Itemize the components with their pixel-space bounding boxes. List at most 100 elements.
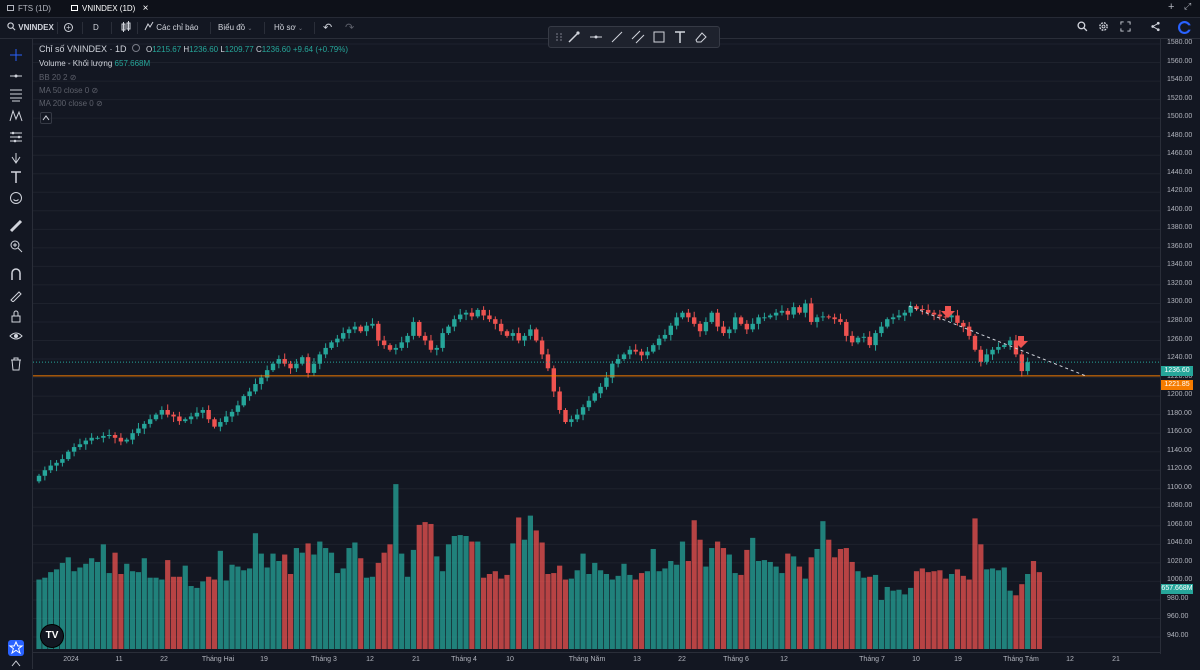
drag-handle-icon[interactable] — [552, 30, 566, 44]
zoom-in-icon[interactable] — [9, 239, 23, 253]
undo-icon[interactable]: ↶ — [323, 21, 332, 35]
text-icon[interactable] — [673, 30, 687, 44]
zoom-search-icon[interactable] — [1077, 21, 1088, 35]
line-icon[interactable] — [610, 30, 624, 44]
fib-icon[interactable] — [9, 88, 23, 102]
expand-icon[interactable]: ⤢ — [1184, 1, 1191, 12]
candle — [101, 435, 106, 438]
add-tab-icon[interactable]: + — [1168, 1, 1174, 13]
lock-icon[interactable] — [9, 309, 23, 323]
indicator-ma200[interactable]: MA 200 close 0 ⊘ — [39, 99, 103, 108]
eye-icon[interactable] — [9, 329, 23, 343]
volume-bar — [252, 533, 259, 649]
indicator-ma50[interactable]: MA 50 close 0 ⊘ — [39, 86, 98, 95]
volume-bar — [972, 518, 978, 649]
search-icon — [7, 22, 16, 31]
volume-bar — [299, 552, 305, 649]
ma200-label: MA 200 close 0 — [39, 99, 94, 108]
tradingview-logo[interactable]: TV — [40, 624, 64, 648]
candle — [820, 316, 826, 318]
rectangle-icon[interactable] — [652, 30, 666, 44]
candle — [551, 368, 556, 392]
draw-mode-icon[interactable] — [9, 288, 23, 302]
volume-bar — [867, 576, 873, 649]
volume-bar — [375, 562, 381, 649]
arrow-icon[interactable] — [9, 150, 23, 164]
volume-bar — [352, 542, 358, 649]
eye-off-icon[interactable]: ⊘ — [70, 73, 77, 82]
candle — [844, 321, 849, 336]
time-axis[interactable]: 2024 11 22 Tháng Hai 19 Tháng 3 12 21 Tháng 4 10 T… — [33, 652, 1160, 670]
pattern-icon[interactable] — [9, 109, 23, 123]
tab-fts[interactable]: FTS (1D) — [6, 2, 51, 15]
symbol-search[interactable]: VNINDEX — [7, 21, 54, 35]
time-tick: 21 — [412, 656, 420, 663]
tab-vnindex[interactable]: VNINDEX (1D) × — [70, 2, 148, 15]
crosshair-icon[interactable] — [9, 48, 23, 62]
candle — [417, 321, 422, 336]
volume-bar — [656, 571, 662, 649]
interval-button[interactable]: D — [93, 21, 99, 35]
chart-area[interactable] — [33, 39, 1160, 653]
volume-bar — [516, 517, 522, 649]
share-icon[interactable] — [1150, 21, 1161, 35]
indicator-bb[interactable]: BB 20 2 ⊘ — [39, 73, 76, 82]
chevron-up-icon[interactable] — [11, 659, 21, 667]
price-axis[interactable]: 1580.00 1560.00 1540.00 1520.00 1500.00 1480.… — [1160, 39, 1200, 654]
redo-icon[interactable]: ↷ — [345, 21, 354, 35]
time-tick: 10 — [506, 656, 514, 663]
price-tick: 1240.00 — [1167, 354, 1193, 362]
candle — [212, 419, 217, 427]
parallel-channel-icon[interactable] — [631, 30, 645, 44]
favorites-button[interactable] — [8, 640, 24, 656]
close-icon[interactable]: × — [143, 3, 149, 14]
text-icon[interactable] — [9, 170, 23, 184]
candles-icon — [121, 21, 131, 32]
candle — [504, 331, 510, 336]
profile-button[interactable]: Hồ sơ ⌄ — [274, 21, 303, 35]
collapse-legend-button[interactable] — [40, 112, 52, 124]
horizontal-line-icon[interactable] — [589, 30, 603, 44]
price-tick: 1000.00 — [1167, 576, 1193, 584]
volume-bar — [451, 536, 457, 649]
candle — [727, 329, 732, 334]
grid — [33, 43, 1160, 638]
volume-bar — [399, 553, 405, 649]
brush-icon[interactable] — [567, 30, 581, 44]
candle — [376, 323, 381, 341]
candle — [522, 335, 527, 341]
price-tick: 1360.00 — [1167, 242, 1193, 250]
low-value: 1209.77 — [224, 45, 254, 54]
eye-off-icon[interactable]: ⊘ — [91, 86, 98, 95]
candle — [885, 319, 890, 327]
candle-type-button[interactable] — [120, 21, 132, 35]
fullscreen-icon[interactable] — [1120, 21, 1131, 35]
trash-icon[interactable] — [9, 357, 23, 371]
volume-bar — [896, 589, 902, 649]
ruler-icon[interactable] — [9, 219, 23, 233]
indicators-button[interactable]: Các chỉ báo — [144, 21, 198, 35]
candle — [159, 409, 165, 415]
support-price-label: 1221.85 — [1161, 380, 1193, 390]
chart-style-button[interactable]: Biểu đồ ⌄ — [218, 21, 252, 35]
volume-bar — [469, 541, 475, 649]
eye-off-icon[interactable]: ⊘ — [96, 99, 103, 108]
gear-icon[interactable] — [1098, 21, 1109, 35]
volume-bar — [247, 568, 253, 649]
time-tick: 19 — [260, 656, 268, 663]
eraser-icon[interactable] — [694, 30, 708, 44]
price-tick: 1460.00 — [1167, 150, 1193, 158]
time-tick: Tháng Hai — [201, 656, 235, 663]
prediction-icon[interactable] — [9, 130, 23, 144]
magnet-icon[interactable] — [9, 267, 23, 281]
volume-bar — [410, 549, 416, 649]
candle-series — [36, 297, 1030, 484]
compare-button[interactable]: + — [64, 21, 73, 35]
trendline-icon[interactable] — [9, 69, 23, 83]
candle — [692, 317, 697, 324]
emoji-icon[interactable] — [9, 191, 23, 205]
volume-bar — [100, 544, 106, 649]
candle — [1025, 362, 1030, 372]
volume-bar — [241, 570, 247, 649]
volume-bar — [1019, 584, 1025, 649]
